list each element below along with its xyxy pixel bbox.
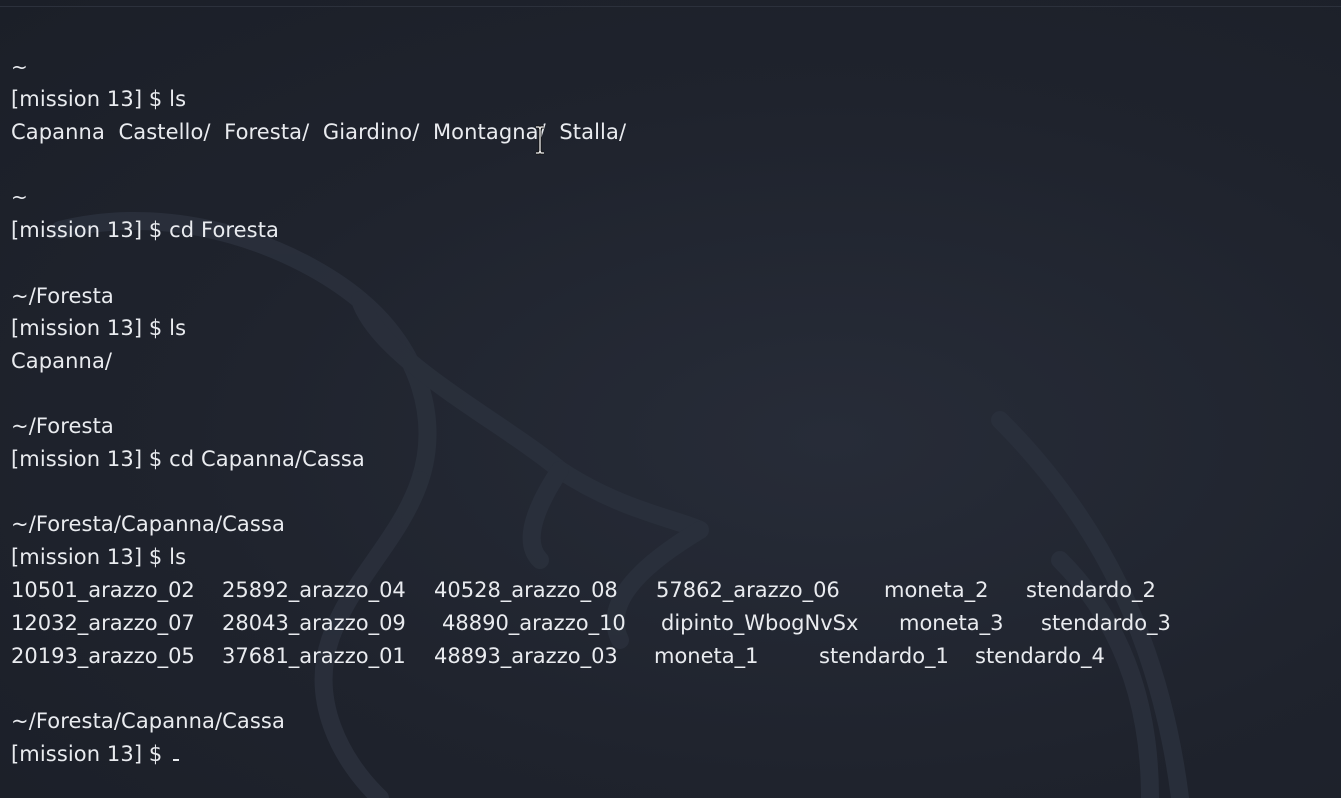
file-entry: stendardo_2 xyxy=(1026,578,1156,602)
active-prompt[interactable]: [mission 13] $ xyxy=(11,741,180,767)
file-entry: 20193_arazzo_05 xyxy=(11,644,195,668)
cwd-line: ~ xyxy=(11,185,28,209)
file-entry: 57862_arazzo_06 xyxy=(656,578,840,602)
window-top-border xyxy=(0,6,1341,7)
prompt-text: [mission 13] $ xyxy=(11,742,170,766)
file-entry: 28043_arazzo_09 xyxy=(222,611,406,635)
file-entry: moneta_1 xyxy=(654,644,759,668)
file-entry: stendardo_3 xyxy=(1041,611,1171,635)
file-entry: 48890_arazzo_10 xyxy=(442,611,626,635)
file-entry: moneta_2 xyxy=(884,578,989,602)
file-entry: dipinto_WbogNvSx xyxy=(661,611,859,635)
file-entry: 10501_arazzo_02 xyxy=(11,578,195,602)
prompt-line: [mission 13] $ ls xyxy=(11,316,187,340)
cwd-line: ~/Foresta/Capanna/Cassa xyxy=(11,512,285,536)
file-entry: stendardo_1 xyxy=(819,644,949,668)
command-output: Capanna/ xyxy=(11,349,113,373)
file-entry: 12032_arazzo_07 xyxy=(11,611,195,635)
file-entry: 37681_arazzo_01 xyxy=(222,644,406,668)
file-entry: moneta_3 xyxy=(899,611,1004,635)
text-ibeam-cursor-icon xyxy=(536,125,544,155)
prompt-line: [mission 13] $ cd Capanna/Cassa xyxy=(11,447,365,471)
cwd-line: ~/Foresta/Capanna/Cassa xyxy=(11,709,285,733)
terminal-window[interactable]: ~ [mission 13] $ ls Capanna Castello/ Fo… xyxy=(0,0,1341,798)
prompt-line: [mission 13] $ ls xyxy=(11,545,187,569)
prompt-line: [mission 13] $ cd Foresta xyxy=(11,218,280,242)
prompt-line: [mission 13] $ ls xyxy=(11,87,187,111)
terminal-cursor-icon xyxy=(173,759,180,761)
file-entry: 25892_arazzo_04 xyxy=(222,578,406,602)
cwd-line: ~/Foresta xyxy=(11,284,114,308)
file-entry: stendardo_4 xyxy=(975,644,1105,668)
cwd-line: ~ xyxy=(11,55,28,79)
file-entry: 48893_arazzo_03 xyxy=(434,644,618,668)
cwd-line: ~/Foresta xyxy=(11,414,114,438)
file-entry: 40528_arazzo_08 xyxy=(434,578,618,602)
